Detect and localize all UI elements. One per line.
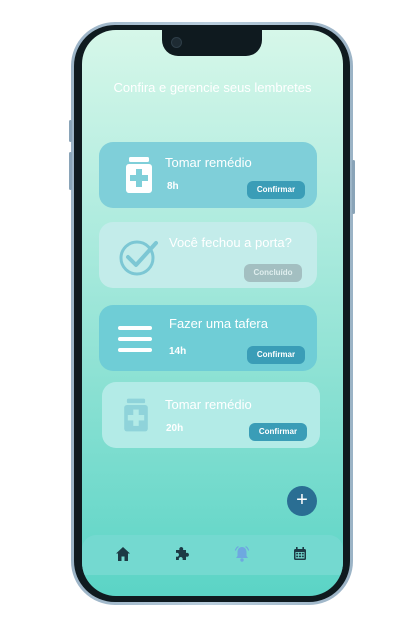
medicine-bottle-icon — [124, 398, 148, 432]
reminder-title: Tomar remédio — [165, 397, 252, 412]
page-subtitle: Confira e gerencie seus lembretes — [113, 80, 312, 95]
reminder-card[interactable]: Tomar remédio 8h Confirmar — [99, 142, 317, 208]
confirm-button[interactable]: Confirmar — [247, 181, 305, 199]
reminder-title: Fazer uma tafera — [169, 316, 268, 331]
confirm-button[interactable]: Confirmar — [249, 423, 307, 441]
phone-side-button — [69, 152, 72, 190]
bell-icon[interactable] — [233, 545, 251, 563]
bottom-tab-bar — [82, 535, 343, 575]
puzzle-icon[interactable] — [173, 545, 191, 563]
reminder-card[interactable]: Fazer uma tafera 14h Confirmar — [99, 305, 317, 371]
reminder-card[interactable]: Você fechou a porta? Concluído — [99, 222, 317, 288]
app-screen: Confira e gerencie seus lembretes Tomar … — [82, 30, 343, 596]
camera-icon — [171, 37, 182, 48]
reminder-card[interactable]: Tomar remédio 20h Confirmar — [102, 382, 320, 448]
reminder-time: 20h — [166, 423, 184, 434]
confirm-button[interactable]: Confirmar — [247, 346, 305, 364]
reminder-title: Você fechou a porta? — [169, 235, 292, 250]
add-reminder-button[interactable]: + — [287, 486, 317, 516]
phone-side-button — [69, 120, 72, 142]
menu-lines-icon — [118, 326, 152, 352]
plus-icon: + — [296, 489, 308, 511]
home-icon[interactable] — [114, 545, 132, 563]
medicine-bottle-icon — [126, 157, 152, 193]
reminder-time: 14h — [169, 346, 187, 357]
check-circle-icon — [119, 240, 158, 276]
reminder-time: 8h — [167, 181, 179, 192]
phone-side-button — [352, 160, 355, 214]
calendar-icon[interactable] — [291, 545, 309, 563]
reminder-title: Tomar remédio — [165, 155, 252, 170]
done-button[interactable]: Concluído — [244, 264, 302, 282]
